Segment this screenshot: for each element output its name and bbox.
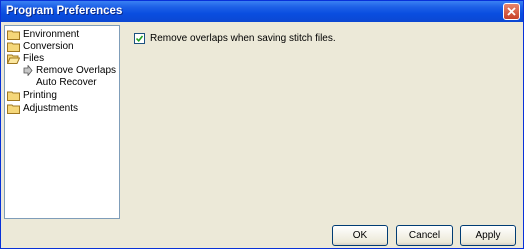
title-bar[interactable]: Program Preferences [1, 1, 523, 22]
close-icon [507, 7, 516, 16]
tree-item-label: Adjustments [23, 103, 79, 114]
cancel-button[interactable]: Cancel [396, 225, 453, 246]
remove-overlaps-label[interactable]: Remove overlaps when saving stitch files… [150, 33, 336, 45]
tree-item-label: Printing [23, 90, 57, 101]
arrow-icon [23, 65, 33, 76]
folder-icon [7, 42, 20, 52]
folder-icon [7, 104, 20, 114]
ok-button[interactable]: OK [332, 225, 388, 246]
close-button[interactable] [503, 3, 520, 20]
checkmark-icon [136, 35, 143, 42]
folder-icon [7, 30, 20, 40]
tree-item-label: Auto Recover [36, 77, 97, 88]
remove-overlaps-checkbox[interactable] [134, 33, 145, 44]
settings-panel: Remove overlaps when saving stitch files… [122, 25, 519, 219]
apply-button[interactable]: Apply [460, 225, 516, 246]
open-folder-icon [7, 54, 20, 64]
button-bar: OK Cancel Apply [1, 221, 523, 248]
settings-tree: Environment Conversion Files Remove Over… [4, 25, 120, 219]
preferences-dialog: Program Preferences Environment Conversi… [0, 0, 524, 249]
folder-icon [7, 91, 20, 101]
window-title: Program Preferences [6, 5, 123, 17]
